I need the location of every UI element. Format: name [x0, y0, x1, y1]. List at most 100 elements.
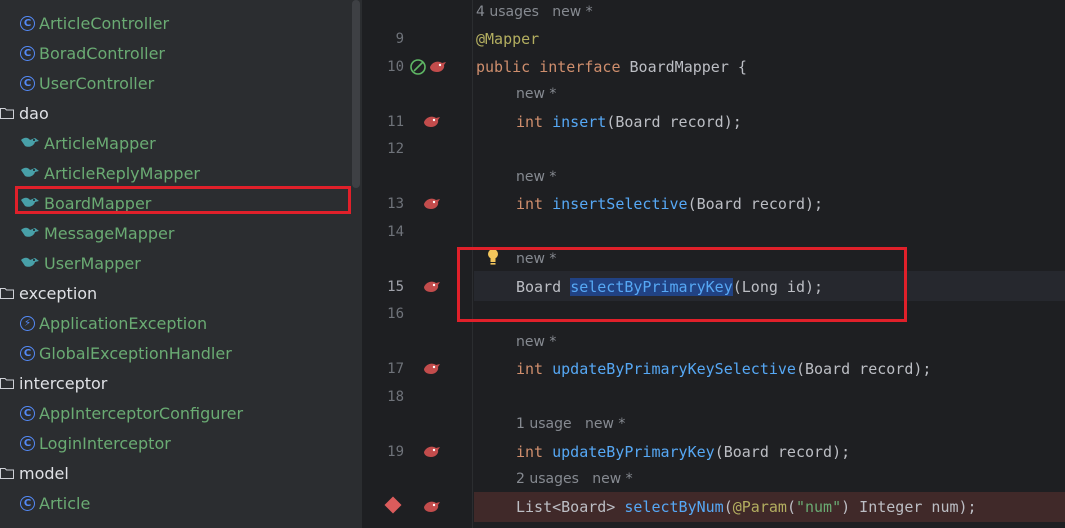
breakpoint-icon[interactable]: [384, 496, 402, 514]
author-hint: new *: [584, 416, 626, 432]
mapper-bird-icon: [21, 227, 39, 237]
method-name-token: selectByNum: [624, 498, 724, 516]
class-icon: C: [20, 405, 35, 421]
tree-item-label: ApplicationException: [39, 313, 208, 333]
project-tree-panel: C ArticleController C BoradController C …: [0, 0, 362, 528]
mapper-bird-icon: [21, 137, 39, 147]
tree-item-label: MessageMapper: [44, 223, 175, 243]
usages-count[interactable]: 4 usages: [476, 4, 539, 20]
author-hint: new *: [552, 4, 593, 20]
author-hint: new *: [516, 169, 557, 185]
keyword-token: int: [516, 195, 544, 213]
method-name-token: insert: [552, 113, 607, 131]
tree-folder-model[interactable]: model: [0, 458, 69, 488]
string-token: "num": [795, 498, 842, 516]
tree-item-articlecontroller[interactable]: C ArticleController: [20, 8, 169, 38]
mybatis-navigate-icon[interactable]: [422, 443, 442, 461]
line-number[interactable]: 16: [362, 306, 404, 322]
mapper-bird-icon: [21, 167, 39, 177]
annotation-token: @Param: [732, 498, 787, 516]
mybatis-navigate-icon[interactable]: [422, 195, 442, 213]
folder-icon: [0, 288, 14, 299]
exception-class-icon: ⚡: [20, 315, 35, 331]
usages-hint[interactable]: 4 usages new *: [476, 4, 593, 20]
tree-item-label: model: [19, 463, 69, 483]
tree-item-label: ArticleReplyMapper: [44, 163, 200, 183]
line-number[interactable]: 17: [362, 361, 404, 377]
tree-folder-interceptor[interactable]: interceptor: [0, 368, 107, 398]
line-number[interactable]: 11: [362, 114, 404, 130]
tree-item-label: GlobalExceptionHandler: [39, 343, 232, 363]
usages-count[interactable]: 2 usages: [516, 471, 579, 487]
code-line-17[interactable]: int updateByPrimaryKeySelective(Board re…: [516, 360, 931, 378]
tree-folder-exception[interactable]: exception: [0, 278, 97, 308]
code-line-9[interactable]: @Mapper: [476, 30, 539, 48]
folder-icon: [0, 108, 14, 119]
tree-item-usermapper[interactable]: UserMapper: [20, 248, 141, 278]
annotation-token: @Mapper: [476, 30, 540, 48]
tree-folder-dao[interactable]: dao: [0, 98, 49, 128]
tree-item-globalexceptionhandler[interactable]: C GlobalExceptionHandler: [20, 338, 232, 368]
type-token: List<Board>: [516, 498, 616, 516]
tree-item-label: ArticleController: [39, 13, 170, 33]
mybatis-navigate-icon[interactable]: [428, 58, 448, 76]
folder-icon: [0, 378, 14, 389]
line-number[interactable]: 15: [362, 279, 404, 295]
line-number[interactable]: 10: [362, 59, 404, 75]
tree-item-messagemapper[interactable]: MessageMapper: [20, 218, 174, 248]
class-icon: C: [20, 435, 35, 451]
tree-item-label: AppInterceptorConfigurer: [39, 403, 244, 423]
code-editor[interactable]: 4 usages new * new * new * new * new * 1…: [362, 0, 1065, 528]
tree-item-usercontroller[interactable]: C UserController: [20, 68, 154, 98]
paren-token: (: [723, 498, 733, 516]
tree-item-label: UserController: [39, 73, 155, 93]
line-number[interactable]: 18: [362, 389, 404, 405]
params-token: (Board record);: [687, 195, 824, 213]
code-line-13[interactable]: int insertSelective(Board record);: [516, 195, 823, 213]
line-number[interactable]: 19: [362, 444, 404, 460]
params-token: ) Integer num);: [841, 498, 977, 516]
mybatis-navigate-icon[interactable]: [422, 498, 442, 516]
tree-item-logininterceptor[interactable]: C LoginInterceptor: [20, 428, 171, 458]
usages-count[interactable]: 1 usage: [516, 416, 572, 432]
line-number[interactable]: 13: [362, 196, 404, 212]
tree-item-label: dao: [19, 103, 49, 123]
interface-name-token: BoardMapper {: [629, 58, 747, 76]
tree-item-appinterceptorconfigurer[interactable]: C AppInterceptorConfigurer: [20, 398, 243, 428]
tree-item-label: ArticleMapper: [44, 133, 156, 153]
highlight-box-boardmapper: [15, 186, 351, 214]
usages-hint[interactable]: 2 usages new *: [516, 471, 633, 487]
class-icon: C: [20, 345, 35, 361]
method-name-token: updateByPrimaryKeySelective: [552, 360, 796, 378]
author-hint: new *: [516, 86, 557, 102]
author-hint: new *: [516, 334, 557, 350]
usages-hint[interactable]: 1 usage new *: [516, 416, 625, 432]
method-name-token: insertSelective: [552, 195, 688, 213]
author-hint: new *: [592, 471, 633, 487]
mybatis-navigate-icon[interactable]: [422, 278, 442, 296]
keyword-token: int: [516, 113, 544, 131]
highlight-box-selectbyprimarykey: [457, 247, 907, 322]
class-icon: C: [20, 75, 35, 91]
line-number[interactable]: 14: [362, 224, 404, 240]
project-tree-scrollbar[interactable]: [352, 0, 360, 188]
code-line-11[interactable]: int insert(Board record);: [516, 113, 742, 131]
keyword-token: interface: [539, 58, 621, 76]
keyword-token: public: [476, 58, 531, 76]
method-name-token: updateByPrimaryKey: [552, 443, 715, 461]
tree-item-articlereplymapper[interactable]: ArticleReplyMapper: [20, 158, 200, 188]
code-line-20[interactable]: List<Board> selectByNum(@Param("num") In…: [516, 498, 977, 516]
line-number[interactable]: 12: [362, 141, 404, 157]
tree-item-article[interactable]: C Article: [20, 488, 90, 518]
tree-item-boradcontroller[interactable]: C BoradController: [20, 38, 165, 68]
tree-item-label: Article: [39, 493, 91, 513]
spring-bean-icon[interactable]: [410, 58, 430, 76]
mybatis-navigate-icon[interactable]: [422, 113, 442, 131]
tree-item-articlemapper[interactable]: ArticleMapper: [20, 128, 156, 158]
code-line-10[interactable]: public interface BoardMapper {: [476, 58, 747, 76]
class-icon: C: [20, 15, 35, 31]
tree-item-applicationexception[interactable]: ⚡ ApplicationException: [20, 308, 207, 338]
code-line-19[interactable]: int updateByPrimaryKey(Board record);: [516, 443, 850, 461]
line-number[interactable]: 9: [362, 31, 404, 47]
mybatis-navigate-icon[interactable]: [422, 360, 442, 378]
